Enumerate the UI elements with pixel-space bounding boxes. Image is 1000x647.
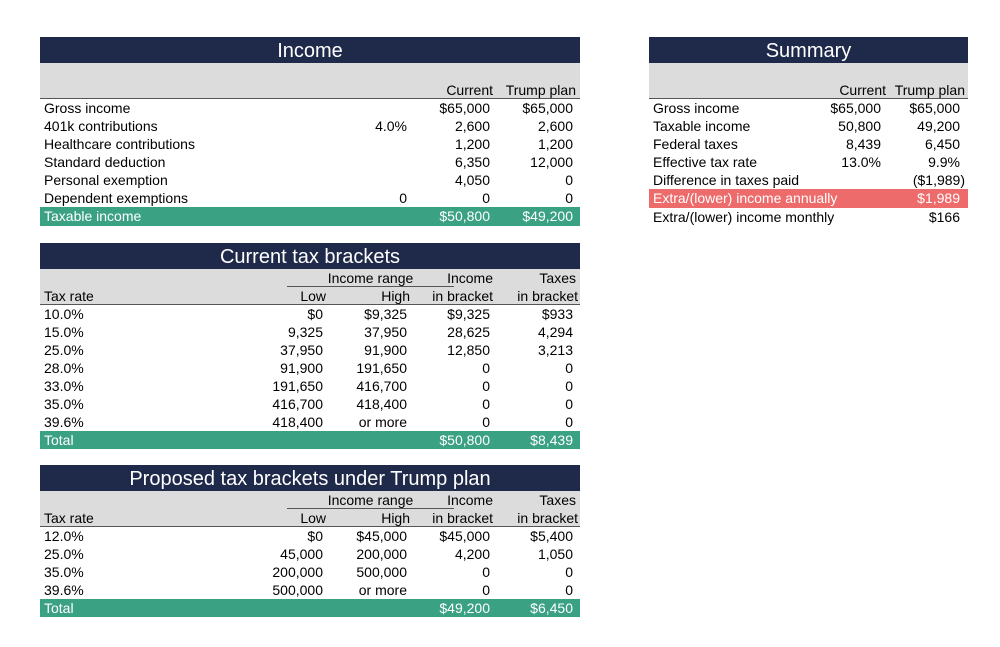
table-row: Effective tax rate 13.0% 9.9%	[653, 154, 960, 170]
summary-header: Current Trump plan	[649, 63, 968, 99]
income-range-underline	[287, 508, 454, 509]
proposed-brackets-title: Proposed tax brackets under Trump plan	[40, 465, 580, 491]
income-range-underline	[287, 286, 454, 287]
current-brackets-title: Current tax brackets	[40, 243, 580, 269]
summary-panel: Summary Current Trump plan Gross income $…	[649, 37, 968, 226]
table-row: 10.0% $0 $9,325 $9,325 $933	[44, 306, 573, 322]
summary-rows: Gross income $65,000 $65,000 Taxable incom…	[649, 99, 968, 189]
table-row: Standard deduction 6,350 12,000	[44, 154, 573, 170]
income-col-current: Current	[446, 82, 493, 98]
table-row: Difference in taxes paid ($1,989)	[653, 172, 965, 188]
summary-highlight-row: Extra/(lower) income annually $1,989	[649, 189, 968, 208]
income-total-row: Taxable income $50,800 $49,200	[40, 207, 580, 226]
table-row: 39.6% 500,000 or more 0 0	[44, 582, 573, 598]
table-row: 25.0% 37,950 91,900 12,850 3,213	[44, 342, 573, 358]
summary-col-current: Current	[839, 82, 886, 98]
table-row: 28.0% 91,900 191,650 0 0	[44, 360, 573, 376]
table-row: Taxable income 50,800 49,200	[653, 118, 960, 134]
table-row: 35.0% 416,700 418,400 0 0	[44, 396, 573, 412]
proposed-brackets-header: Income range Income Taxes Tax rate Low H…	[40, 491, 580, 527]
table-row: Healthcare contributions 1,200 1,200	[44, 136, 573, 152]
table-row: 35.0% 200,000 500,000 0 0	[44, 564, 573, 580]
current-brackets-panel: Current tax brackets Income range Income…	[40, 243, 580, 449]
summary-monthly-row: Extra/(lower) income monthly $166	[653, 209, 960, 225]
proposed-brackets-rows: 12.0% $0 $45,000 $45,000 $5,400 25.0% 45,000 2…	[40, 527, 580, 599]
table-row: Gross income $65,000 $65,000	[653, 100, 960, 116]
table-row: 25.0% 45,000 200,000 4,200 1,050	[44, 546, 573, 562]
current-brackets-header: Income range Income Taxes Tax rate Low H…	[40, 269, 580, 305]
summary-col-trump: Trump plan	[894, 82, 965, 98]
table-row: Federal taxes 8,439 6,450	[653, 136, 960, 152]
summary-title: Summary	[649, 37, 968, 63]
table-row: 15.0% 9,325 37,950 28,625 4,294	[44, 324, 573, 340]
table-row: 33.0% 191,650 416,700 0 0	[44, 378, 573, 394]
income-header: Current Trump plan	[40, 63, 580, 99]
income-col-trump: Trump plan	[505, 82, 576, 98]
current-brackets-total-row: Total $50,800 $8,439	[40, 431, 580, 449]
table-row: Personal exemption 4,050 0	[44, 172, 573, 188]
table-row: Dependent exemptions 0 0 0	[44, 190, 573, 206]
proposed-brackets-total-row: Total $49,200 $6,450	[40, 599, 580, 617]
proposed-brackets-panel: Proposed tax brackets under Trump plan I…	[40, 465, 580, 617]
income-rows: Gross income $65,000 $65,000 401k contribu…	[40, 99, 580, 207]
income-title: Income	[40, 37, 580, 63]
table-row: 12.0% $0 $45,000 $45,000 $5,400	[44, 528, 573, 544]
table-row: 401k contributions 4.0% 2,600 2,600	[44, 118, 573, 134]
income-panel: Income Current Trump plan Gross income $6…	[40, 37, 580, 226]
table-row: Gross income $65,000 $65,000	[44, 100, 573, 116]
table-row: 39.6% 418,400 or more 0 0	[44, 414, 573, 430]
current-brackets-rows: 10.0% $0 $9,325 $9,325 $933 15.0% 9,325 37,950…	[40, 305, 580, 431]
